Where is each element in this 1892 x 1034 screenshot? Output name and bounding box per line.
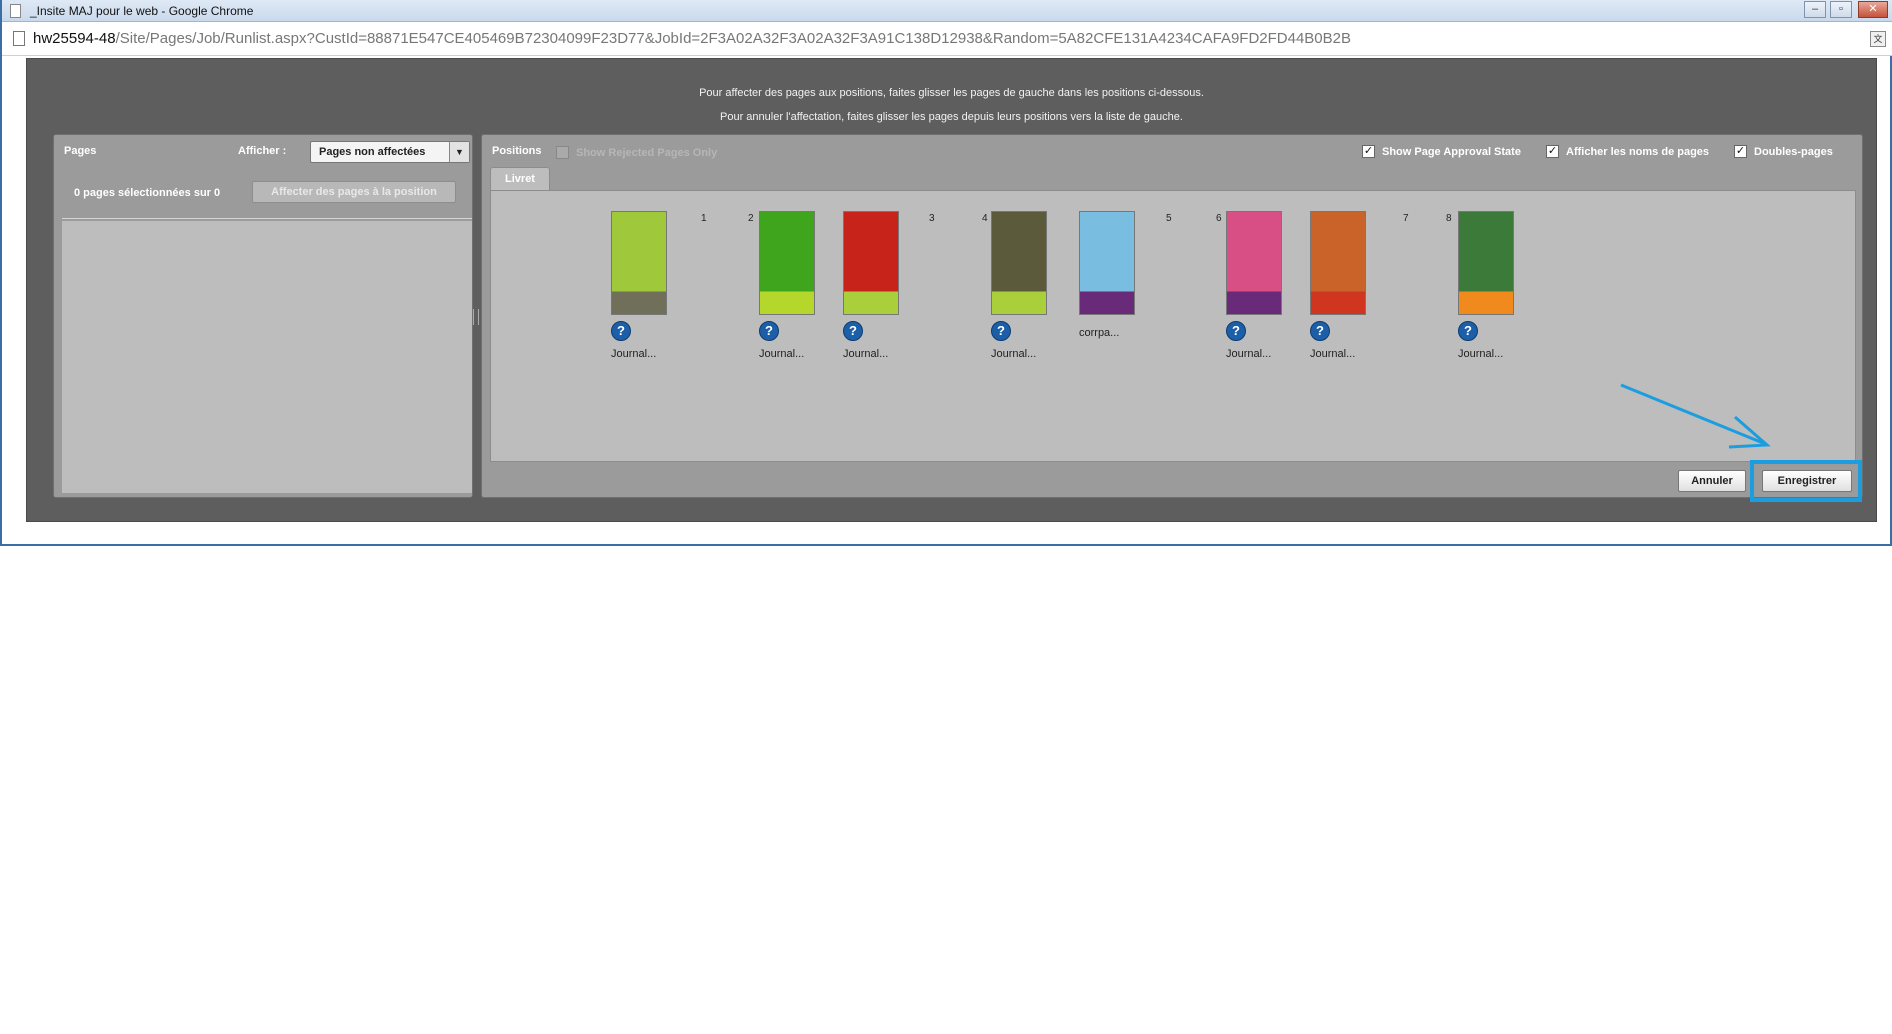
page-name-label: Journal...	[1310, 348, 1356, 360]
page-name-label: Journal...	[1226, 348, 1272, 360]
page-thumbnail[interactable]	[991, 211, 1047, 315]
approval-unknown-icon[interactable]: ?	[1310, 321, 1330, 341]
page-thumbnail[interactable]	[1458, 211, 1514, 315]
document-icon	[13, 31, 25, 46]
approval-unknown-icon[interactable]: ?	[611, 321, 631, 341]
save-highlight-box	[1750, 460, 1862, 502]
approval-unknown-icon[interactable]: ?	[991, 321, 1011, 341]
translate-icon[interactable]: 文	[1870, 31, 1886, 47]
page-thumbnail[interactable]	[843, 211, 899, 315]
page-name-label: Journal...	[759, 348, 805, 360]
unassigned-pages-list[interactable]	[62, 221, 472, 493]
page-name-label: corrpa...	[1079, 327, 1120, 339]
page-thumbnail[interactable]	[1310, 211, 1366, 315]
show-rejected-label: Show Rejected Pages Only	[576, 147, 718, 159]
tab-livret[interactable]: Livret	[490, 167, 550, 191]
page-thumbnail[interactable]	[759, 211, 815, 315]
page-thumbnail[interactable]	[1079, 211, 1135, 315]
assign-pages-button[interactable]: Affecter des pages à la position	[252, 181, 456, 203]
url-path: /Site/Pages/Job/Runlist.aspx?CustId=8887…	[115, 30, 1352, 47]
show-names-label: Afficher les noms de pages	[1566, 146, 1710, 158]
page-name-label: Journal...	[843, 348, 889, 360]
position-number: 4	[982, 213, 988, 224]
page-name-label: Journal...	[1458, 348, 1504, 360]
address-bar[interactable]: hw25594-48/Site/Pages/Job/Runlist.aspx?C…	[2, 22, 1892, 56]
cancel-button[interactable]: Annuler	[1678, 470, 1746, 492]
title-bar: _Insite MAJ pour le web - Google Chrome …	[2, 0, 1892, 22]
url-host: hw25594-48	[33, 30, 116, 47]
show-label: Afficher :	[238, 145, 287, 157]
instruction-line-1: Pour affecter des pages aux positions, f…	[699, 87, 1204, 99]
maximize-icon[interactable]: ▫	[1830, 1, 1852, 18]
pages-panel: Pages Afficher : Pages non affectées ▼ 0…	[53, 134, 473, 498]
show-approval-label: Show Page Approval State	[1382, 146, 1521, 158]
position-number: 8	[1446, 213, 1452, 224]
page-name-label: Journal...	[611, 348, 657, 360]
position-number: 2	[748, 213, 754, 224]
annotation-arrow-icon	[1620, 383, 1771, 449]
position-number: 7	[1403, 213, 1409, 224]
show-approval-checkbox[interactable]: ✓	[1362, 145, 1375, 158]
window-title: _Insite MAJ pour le web - Google Chrome	[30, 4, 254, 18]
position-number: 3	[929, 213, 935, 224]
position-number: 6	[1216, 213, 1222, 224]
spreads-label: Doubles-pages	[1754, 146, 1833, 158]
page-thumbnail[interactable]	[611, 211, 667, 315]
positions-panel-title: Positions	[492, 145, 542, 157]
selection-count: 0 pages sélectionnées sur 0	[74, 187, 221, 199]
page-thumbnail[interactable]	[1226, 211, 1282, 315]
minimize-icon[interactable]: ‒	[1804, 1, 1826, 18]
show-filter-select[interactable]: Pages non affectées ▼	[310, 141, 470, 163]
approval-unknown-icon[interactable]: ?	[1226, 321, 1246, 341]
pages-panel-title: Pages	[64, 145, 97, 157]
approval-unknown-icon[interactable]: ?	[1458, 321, 1478, 341]
show-filter-value: Pages non affectées	[319, 146, 426, 158]
splitter-handle[interactable]	[473, 309, 479, 325]
dropdown-arrow-icon[interactable]: ▼	[449, 142, 469, 162]
browser-window: _Insite MAJ pour le web - Google Chrome …	[0, 0, 1892, 546]
url-text[interactable]: hw25594-48/Site/Pages/Job/Runlist.aspx?C…	[33, 30, 1351, 47]
approval-unknown-icon[interactable]: ?	[759, 321, 779, 341]
page-name-label: Journal...	[991, 348, 1037, 360]
position-number: 1	[701, 213, 707, 224]
runlist-dialog: Pour affecter des pages aux positions, f…	[26, 58, 1877, 522]
spreads-checkbox[interactable]: ✓	[1734, 145, 1747, 158]
show-rejected-checkbox[interactable]	[556, 146, 569, 159]
selection-bar: 0 pages sélectionnées sur 0 Affecter des…	[62, 169, 472, 219]
approval-unknown-icon[interactable]: ?	[843, 321, 863, 341]
close-icon[interactable]: ✕	[1858, 1, 1888, 18]
position-number: 5	[1166, 213, 1172, 224]
show-names-checkbox[interactable]: ✓	[1546, 145, 1559, 158]
page-icon	[10, 4, 21, 18]
instruction-line-2: Pour annuler l'affectation, faites gliss…	[720, 111, 1183, 123]
